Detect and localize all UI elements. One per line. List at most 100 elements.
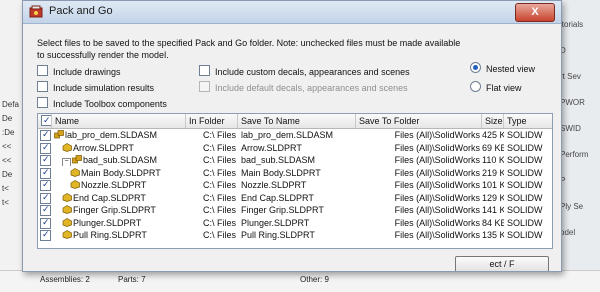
background-status-strip: Assemblies: 2 Parts: 7 Other: 9 — [0, 270, 600, 292]
parts-count: Parts: 7 — [118, 275, 146, 284]
table-row[interactable]: Arrow.SLDPRT C:\ Files Arrow.SLDPRT Files (… — [38, 142, 552, 154]
row-name-cell: Main Body.SLDPRT — [52, 167, 186, 179]
table-row[interactable]: Finger Grip.SLDPRT C:\ Files Finger Grip.S… — [38, 204, 552, 216]
row-type-cell: SOLIDW — [507, 167, 543, 178]
background-text-line: De — [2, 114, 13, 123]
include-default-decals-label: Include default decals, appearances and … — [215, 83, 408, 93]
row-name-cell: − bad_sub.SLDASM — [52, 154, 186, 166]
nested-view-option[interactable]: Nested view — [470, 62, 535, 74]
table-row[interactable]: − bad_sub.SLDASM C:\ Files bad_sub.SLDASM Fi… — [38, 154, 552, 166]
row-save-to-folder-cell: Files (All)\SolidWorks — [394, 130, 480, 140]
row-save-to-folder-cell: Files (All)\SolidWorks — [394, 230, 480, 240]
row-size-cell: 219 K — [482, 167, 504, 178]
background-text-line: t< — [2, 184, 9, 193]
row-size-cell: 69 KB — [482, 142, 504, 153]
row-name-text: Plunger.SLDPRT — [73, 217, 142, 228]
table-row[interactable]: Plunger.SLDPRT C:\ Files Plunger.SLDPRT Fil… — [38, 217, 552, 229]
dialog-titlebar[interactable]: Pack and Go X — [23, 1, 561, 24]
row-type-cell: SOLIDW — [507, 130, 543, 140]
close-button[interactable]: X — [515, 3, 555, 22]
intro-text: Select files to be saved to the specifie… — [37, 38, 461, 60]
row-select-cell — [38, 129, 52, 141]
part-icon — [62, 230, 72, 239]
row-save-to-name-cell: Nozzle.SLDPRT — [241, 180, 307, 190]
table-row[interactable]: Nozzle.SLDPRT C:\ Files Nozzle.SLDPRT Files… — [38, 179, 552, 191]
part-icon — [70, 167, 80, 177]
background-text-line: De — [2, 170, 13, 179]
part-icon — [62, 217, 72, 227]
row-select-cell — [38, 192, 52, 204]
row-name-text: Finger Grip.SLDPRT — [73, 205, 156, 215]
row-save-to-folder-cell: Files (All)\SolidWorks — [394, 180, 480, 190]
row-type-cell: SOLIDW — [507, 155, 543, 165]
row-select-cell — [38, 204, 52, 216]
row-checkbox[interactable] — [40, 167, 51, 179]
include-toolbox-option[interactable]: Include Toolbox components — [37, 97, 167, 109]
part-icon — [70, 180, 80, 189]
header-name[interactable]: Name — [52, 114, 186, 128]
include-drawings-option[interactable]: Include drawings — [37, 65, 121, 77]
row-type-cell: SOLIDW — [507, 217, 543, 228]
row-in-folder-cell: C:\ Files — [202, 155, 236, 165]
include-custom-decals-label: Include custom decals, appearances and s… — [215, 67, 410, 77]
row-save-to-folder-cell: Files (All)\SolidWorks — [394, 205, 480, 215]
background-text-line: odel — [560, 228, 576, 237]
row-name-text: Main Body.SLDPRT — [81, 167, 161, 178]
next-button[interactable]: ect / F — [455, 256, 549, 271]
row-select-cell — [38, 167, 52, 179]
table-row[interactable]: End Cap.SLDPRT C:\ Files End Cap.SLDPRT Fil… — [38, 192, 552, 204]
row-size-cell: 84 KB — [482, 217, 504, 228]
row-save-to-name-cell: Arrow.SLDPRT — [241, 142, 302, 153]
flat-view-radio[interactable] — [470, 81, 481, 92]
include-simulation-option[interactable]: Include simulation results — [37, 81, 154, 93]
nested-view-radio[interactable] — [470, 62, 481, 73]
row-save-to-folder-cell: Files (All)\SolidWorks — [394, 155, 480, 165]
include-default-decals-checkbox — [199, 81, 210, 92]
collapse-icon[interactable]: − — [62, 158, 71, 166]
include-simulation-checkbox[interactable] — [37, 81, 48, 92]
row-size-cell: 110 K — [482, 155, 504, 165]
row-checkbox[interactable] — [40, 130, 51, 141]
table-row[interactable]: Main Body.SLDPRT C:\ Files Main Body.SLDPR… — [38, 167, 552, 179]
row-name-text: Nozzle.SLDPRT — [81, 180, 147, 190]
row-size-cell: 141 K — [482, 205, 504, 215]
header-select-all[interactable] — [38, 114, 52, 128]
include-custom-decals-option[interactable]: Include custom decals, appearances and s… — [199, 65, 410, 77]
row-name-text: Arrow.SLDPRT — [73, 142, 134, 153]
row-type-cell: SOLIDW — [507, 180, 543, 190]
row-checkbox[interactable] — [40, 155, 51, 166]
include-drawings-checkbox[interactable] — [37, 65, 48, 76]
row-save-to-name-cell: bad_sub.SLDASM — [241, 155, 316, 165]
table-row[interactable]: Pull Ring.SLDPRT C:\ Files Pull Ring.SLDPR… — [38, 229, 552, 241]
part-icon — [62, 192, 72, 202]
row-name-text: lab_pro_dem.SLDASM — [65, 130, 158, 140]
row-name-cell: Finger Grip.SLDPRT — [52, 204, 186, 216]
row-save-to-folder-cell: Files (All)\SolidWorks — [394, 167, 480, 178]
include-default-decals-option: Include default decals, appearances and … — [199, 81, 408, 93]
background-text-line: :De — [2, 128, 15, 137]
row-checkbox[interactable] — [40, 192, 51, 204]
header-in-folder[interactable]: In Folder — [186, 114, 238, 128]
row-name-cell: End Cap.SLDPRT — [52, 192, 186, 204]
include-toolbox-checkbox[interactable] — [37, 97, 48, 108]
row-checkbox[interactable] — [40, 205, 51, 216]
header-size[interactable]: Size — [482, 114, 504, 128]
header-save-to-name[interactable]: Save To Name — [238, 114, 356, 128]
table-row[interactable]: lab_pro_dem.SLDASM C:\ Files lab_pro_dem.S… — [38, 129, 552, 141]
row-save-to-name-cell: End Cap.SLDPRT — [241, 192, 314, 203]
select-all-checkbox[interactable] — [41, 115, 51, 126]
row-checkbox[interactable] — [40, 230, 51, 241]
dialog-title: Pack and Go — [49, 5, 113, 17]
row-in-folder-cell: C:\ Files — [202, 192, 236, 203]
flat-view-option[interactable]: Flat view — [470, 81, 522, 93]
row-in-folder-cell: C:\ Files — [202, 230, 236, 240]
row-checkbox[interactable] — [40, 217, 51, 229]
row-name-cell: Plunger.SLDPRT — [52, 217, 186, 229]
row-checkbox[interactable] — [40, 180, 51, 191]
background-text-line: Defa — [2, 100, 19, 109]
row-checkbox[interactable] — [40, 142, 51, 154]
assembly-icon — [72, 155, 82, 164]
include-custom-decals-checkbox[interactable] — [199, 65, 210, 76]
header-type[interactable]: Type — [504, 114, 552, 128]
header-save-to-folder[interactable]: Save To Folder — [356, 114, 482, 128]
